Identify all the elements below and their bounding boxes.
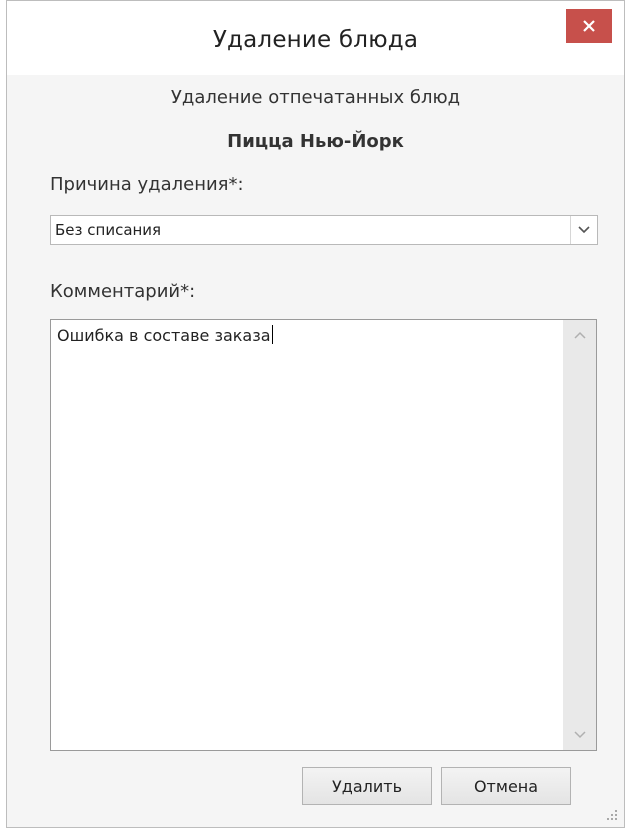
- scroll-down-button[interactable]: [563, 720, 596, 750]
- comment-scrollbar[interactable]: [563, 320, 596, 750]
- cancel-button[interactable]: Отмена: [441, 767, 571, 805]
- dish-name: Пицца Нью-Йорк: [227, 131, 404, 152]
- comment-value: Ошибка в составе заказа: [57, 326, 271, 345]
- dialog-subtitle: Удаление отпечатанных блюд: [170, 87, 461, 108]
- dropdown-toggle[interactable]: [570, 216, 597, 244]
- dialog-body: Удаление отпечатанных блюд Пицца Нью-Йор…: [7, 75, 624, 827]
- delete-button[interactable]: Удалить: [302, 767, 432, 805]
- delete-dish-dialog: Удаление блюда Удаление отпечатанных блю…: [6, 0, 625, 828]
- comment-text: Ошибка в составе заказа: [57, 325, 273, 345]
- resize-grip-icon[interactable]: [606, 809, 618, 821]
- chevron-up-icon: [573, 331, 586, 339]
- reason-selected-value: Без списания: [55, 221, 162, 239]
- scroll-up-button[interactable]: [563, 320, 596, 350]
- comment-label: Комментарий*:: [50, 281, 196, 302]
- reason-select[interactable]: Без списания: [50, 215, 598, 245]
- chevron-down-icon: [573, 731, 586, 739]
- dialog-title: Удаление блюда: [212, 27, 419, 53]
- reason-label: Причина удаления*:: [50, 174, 244, 195]
- close-icon: [583, 20, 595, 32]
- title-bar: Удаление блюда: [7, 1, 624, 75]
- text-caret: [271, 325, 273, 344]
- chevron-down-icon: [578, 226, 590, 234]
- comment-textarea[interactable]: Ошибка в составе заказа: [50, 319, 597, 751]
- close-button[interactable]: [566, 9, 612, 43]
